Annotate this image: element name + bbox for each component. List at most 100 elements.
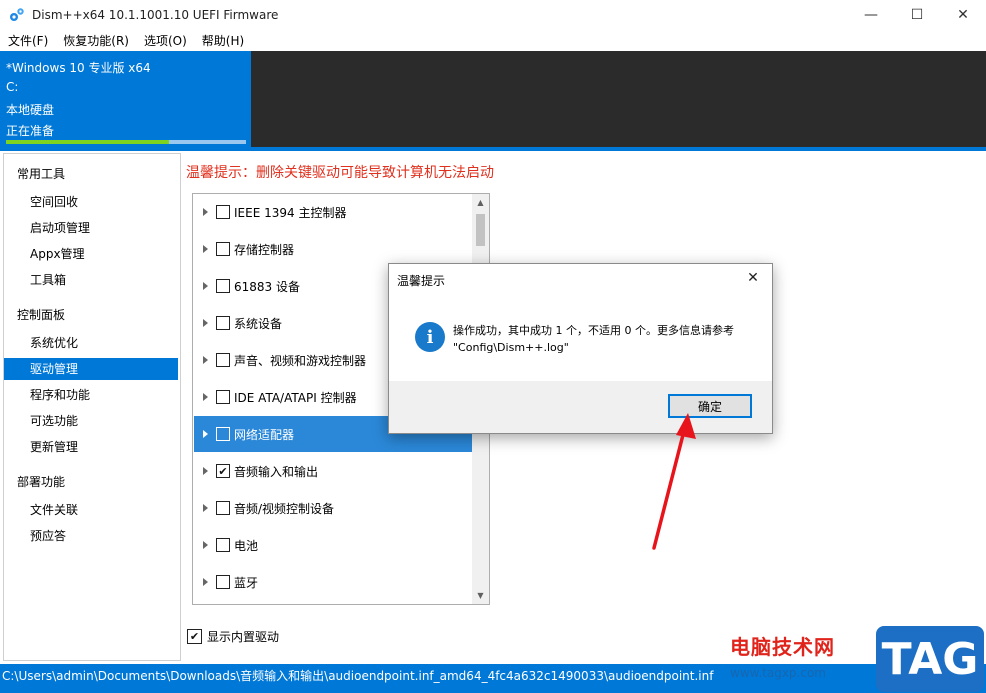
show-builtin-checkbox[interactable]: ✔: [187, 629, 202, 644]
sidebar-item-updates[interactable]: 更新管理: [4, 436, 178, 458]
header-divider: [0, 147, 986, 151]
menu-restore[interactable]: 恢复功能(R): [55, 30, 136, 50]
sidebar-item-unattend[interactable]: 预应答: [4, 525, 178, 547]
sidebar-group-control-panel: 控制面板: [17, 308, 66, 322]
session-status: 正在准备: [6, 124, 55, 138]
driver-checkbox[interactable]: [216, 501, 230, 515]
sidebar-group-common-tools: 常用工具: [17, 167, 66, 181]
drive-letter: C:: [6, 80, 19, 94]
progress-fill: [6, 140, 170, 144]
gears-icon: [10, 8, 24, 21]
menu-bar: 文件(F) 恢复功能(R) 选项(O) 帮助(H): [0, 30, 986, 50]
driver-label: 网络适配器: [234, 427, 295, 442]
driver-row[interactable]: 蓝牙: [194, 564, 472, 600]
info-icon: i: [415, 322, 445, 352]
watermark-url: www.tagxp.com: [730, 666, 826, 680]
menu-options[interactable]: 选项(O): [136, 30, 194, 50]
sidebar-item-startup[interactable]: 启动项管理: [4, 217, 178, 239]
driver-checkbox[interactable]: [216, 575, 230, 589]
driver-checkbox[interactable]: [216, 538, 230, 552]
sidebar-item-space-cleanup[interactable]: 空间回收: [4, 191, 178, 213]
dialog-close-button[interactable]: ✕: [740, 267, 766, 289]
sidebar-item-optional-features[interactable]: 可选功能: [4, 410, 178, 432]
menu-file[interactable]: 文件(F): [0, 30, 55, 50]
sidebar-item-driver-management[interactable]: 驱动管理: [4, 358, 178, 380]
expand-arrow-icon[interactable]: [203, 245, 208, 253]
driver-label: 声音、视频和游戏控制器: [234, 353, 367, 368]
driver-row[interactable]: IEEE 1394 主控制器: [194, 194, 472, 230]
dialog-title: 温馨提示: [397, 274, 446, 288]
header-dark-area: [251, 51, 986, 147]
driver-checkbox-checked[interactable]: ✔: [216, 464, 230, 478]
expand-arrow-icon[interactable]: [203, 430, 208, 438]
driver-label: IEEE 1394 主控制器: [234, 205, 347, 220]
sidebar-item-file-association[interactable]: 文件关联: [4, 499, 178, 521]
driver-label: IDE ATA/ATAPI 控制器: [234, 390, 357, 405]
driver-checkbox[interactable]: [216, 279, 230, 293]
driver-checkbox[interactable]: [216, 390, 230, 404]
expand-arrow-icon[interactable]: [203, 504, 208, 512]
driver-row[interactable]: ✔ 音频输入和输出: [194, 453, 472, 489]
driver-checkbox[interactable]: [216, 353, 230, 367]
minimize-icon: —: [864, 7, 878, 23]
maximize-button[interactable]: ☐: [894, 0, 940, 30]
sidebar-item-toolbox[interactable]: 工具箱: [4, 269, 178, 291]
expand-arrow-icon[interactable]: [203, 578, 208, 586]
disk-type: 本地硬盘: [6, 103, 55, 117]
window-title: Dism++x64 10.1.1001.10 UEFI Firmware: [32, 8, 279, 22]
watermark: 电脑技术网 www.tagxp.com TAG: [724, 626, 986, 692]
driver-checkbox[interactable]: [216, 242, 230, 256]
dialog-footer: 确定: [389, 381, 772, 433]
dialog-message-line1: 操作成功，其中成功 1 个，不适用 0 个。更多信息请参考: [453, 324, 734, 337]
driver-checkbox[interactable]: [216, 427, 230, 441]
dialog-message-line2: "Config\Dism++.log": [453, 341, 569, 354]
expand-arrow-icon[interactable]: [203, 208, 208, 216]
driver-label: 电池: [234, 538, 259, 553]
driver-label: 61883 设备: [234, 279, 300, 294]
driver-checkbox[interactable]: [216, 316, 230, 330]
sidebar-item-appx[interactable]: Appx管理: [4, 243, 178, 265]
expand-arrow-icon[interactable]: [203, 541, 208, 549]
expand-arrow-icon[interactable]: [203, 319, 208, 327]
driver-row[interactable]: 音频/视频控制设备: [194, 490, 472, 526]
maximize-icon: ☐: [910, 7, 924, 23]
sidebar-group-deploy: 部署功能: [17, 475, 66, 489]
scroll-thumb[interactable]: [476, 214, 485, 246]
checkmark-icon: ✔: [218, 464, 228, 478]
driver-label: 蓝牙: [234, 575, 259, 590]
driver-label: 系统设备: [234, 316, 283, 331]
driver-row[interactable]: 存储控制器: [194, 231, 472, 267]
image-session-panel[interactable]: *Windows 10 专业版 x64 C: 本地硬盘 正在准备: [0, 51, 251, 147]
title-bar: Dism++x64 10.1.1001.10 UEFI Firmware — ☐…: [0, 0, 986, 30]
watermark-tag-logo: TAG: [876, 626, 984, 692]
expand-arrow-icon[interactable]: [203, 356, 208, 364]
warning-text: 温馨提示：删除关键驱动可能导致计算机无法启动: [186, 165, 494, 181]
driver-row[interactable]: 电池: [194, 527, 472, 563]
expand-arrow-icon[interactable]: [203, 393, 208, 401]
progress-bar: [6, 140, 246, 144]
driver-label: 音频/视频控制设备: [234, 501, 335, 516]
checkmark-icon: ✔: [189, 630, 200, 643]
show-builtin-label: 显示内置驱动: [207, 630, 280, 644]
status-path: C:\Users\admin\Documents\Downloads\音频输入和…: [2, 669, 714, 683]
expand-arrow-icon[interactable]: [203, 282, 208, 290]
message-dialog: 温馨提示 ✕ i 操作成功，其中成功 1 个，不适用 0 个。更多信息请参考 "…: [388, 263, 773, 434]
dialog-message: 操作成功，其中成功 1 个，不适用 0 个。更多信息请参考 "Config\Di…: [453, 322, 753, 356]
close-button[interactable]: ✕: [940, 0, 986, 30]
sidebar: 常用工具 空间回收 启动项管理 Appx管理 工具箱 控制面板 系统优化 驱动管…: [3, 153, 181, 661]
sidebar-item-system-optimize[interactable]: 系统优化: [4, 332, 178, 354]
close-icon: ✕: [747, 270, 759, 286]
show-builtin-toggle[interactable]: ✔ 显示内置驱动: [187, 628, 279, 645]
expand-arrow-icon[interactable]: [203, 467, 208, 475]
scroll-up-icon[interactable]: ▲: [472, 194, 489, 211]
os-name: *Windows 10 专业版 x64: [6, 61, 151, 75]
driver-checkbox[interactable]: [216, 205, 230, 219]
scroll-down-icon[interactable]: ▼: [472, 587, 489, 604]
sidebar-item-programs[interactable]: 程序和功能: [4, 384, 178, 406]
minimize-button[interactable]: —: [848, 0, 894, 30]
annotation-arrow-icon: [652, 413, 696, 550]
watermark-site-name: 电脑技术网: [730, 635, 835, 659]
driver-label: 音频输入和输出: [234, 464, 319, 479]
driver-label: 存储控制器: [234, 242, 295, 257]
menu-help[interactable]: 帮助(H): [194, 30, 251, 50]
